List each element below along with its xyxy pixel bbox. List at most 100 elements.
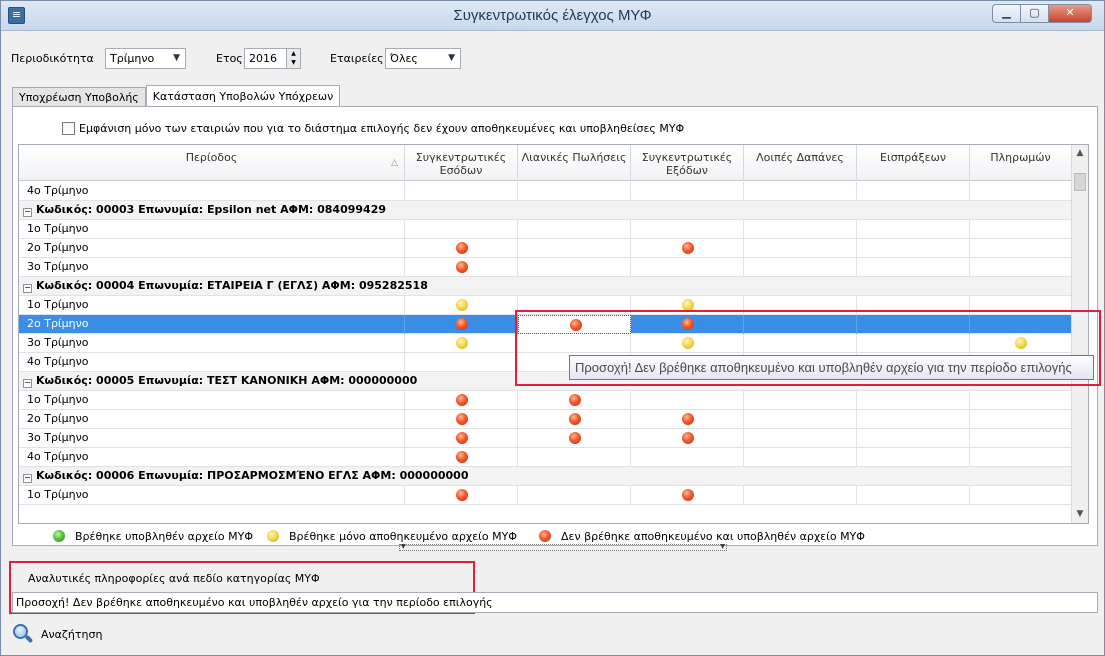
period-cell[interactable]: 1ο Τρίμηνο	[19, 296, 405, 315]
table-row[interactable]: 1ο Τρίμηνο	[19, 220, 1072, 239]
status-cell[interactable]	[405, 296, 518, 315]
status-cell[interactable]	[970, 258, 1072, 277]
status-cell[interactable]	[857, 410, 970, 429]
table-row[interactable]: 2ο Τρίμηνο	[19, 410, 1072, 429]
status-cell[interactable]	[857, 486, 970, 505]
column-header-0[interactable]: Περίοδος △	[19, 145, 405, 181]
status-cell[interactable]	[970, 448, 1072, 467]
column-header-4[interactable]: Λοιπές Δαπάνες	[744, 145, 857, 181]
status-cell[interactable]	[631, 448, 744, 467]
details-textbox[interactable]: Προσοχή! Δεν βρέθηκε αποθηκευμένο και υπ…	[12, 592, 1098, 613]
status-cell[interactable]	[518, 258, 631, 277]
status-cell[interactable]	[744, 429, 857, 448]
group-row[interactable]: − Κωδικός: 00006 Επωνυμία: ΠΡΟΣΑΡΜΟΣΜΈΝΟ …	[19, 467, 1072, 486]
status-cell[interactable]	[405, 448, 518, 467]
status-cell[interactable]	[857, 182, 970, 201]
table-row[interactable]: 4ο Τρίμηνο	[19, 182, 1072, 201]
status-cell[interactable]	[970, 429, 1072, 448]
period-cell[interactable]: 3ο Τρίμηνο	[19, 334, 405, 353]
column-header-5[interactable]: Εισπράξεων	[857, 145, 970, 181]
status-cell[interactable]	[857, 448, 970, 467]
status-cell[interactable]	[744, 258, 857, 277]
table-row[interactable]: 3ο Τρίμηνο	[19, 429, 1072, 448]
status-cell[interactable]	[970, 410, 1072, 429]
period-cell[interactable]: 2ο Τρίμηνο	[19, 410, 405, 429]
status-cell[interactable]	[405, 391, 518, 410]
status-cell[interactable]	[970, 220, 1072, 239]
collapse-icon[interactable]: −	[23, 474, 32, 483]
status-cell[interactable]	[518, 429, 631, 448]
period-cell[interactable]: 4ο Τρίμηνο	[19, 448, 405, 467]
year-spinner[interactable]: 2016 ▲ ▼	[244, 48, 301, 69]
period-cell[interactable]: 3ο Τρίμηνο	[19, 258, 405, 277]
status-cell[interactable]	[744, 391, 857, 410]
period-cell[interactable]: 3ο Τρίμηνο	[19, 429, 405, 448]
period-cell[interactable]: 4ο Τρίμηνο	[19, 182, 405, 201]
group-row[interactable]: − Κωδικός: 00003 Επωνυμία: Epsilon net ΑΦ…	[19, 201, 1072, 220]
status-cell[interactable]	[405, 182, 518, 201]
search-button[interactable]: Αναζήτηση	[12, 623, 102, 645]
period-cell[interactable]: 2ο Τρίμηνο	[19, 315, 405, 334]
status-cell[interactable]	[631, 220, 744, 239]
status-cell[interactable]	[631, 486, 744, 505]
column-header-6[interactable]: Πληρωμών	[970, 145, 1072, 181]
period-cell[interactable]: 4ο Τρίμηνο	[19, 353, 405, 372]
column-header-1[interactable]: Συγκεντρωτικές Εσόδων	[405, 145, 518, 181]
status-cell[interactable]	[744, 239, 857, 258]
status-cell[interactable]	[518, 486, 631, 505]
status-cell[interactable]	[631, 258, 744, 277]
status-cell[interactable]	[405, 239, 518, 258]
tab-submission-obligation[interactable]: Υποχρέωση Υποβολής	[12, 87, 146, 107]
status-cell[interactable]	[405, 353, 518, 372]
column-header-2[interactable]: Λιανικές Πωλήσεις	[518, 145, 631, 181]
status-cell[interactable]	[857, 391, 970, 410]
table-row[interactable]: 2ο Τρίμηνο	[19, 239, 1072, 258]
table-row[interactable]: 1ο Τρίμηνο	[19, 486, 1072, 505]
spinner-arrows-icon[interactable]: ▲ ▼	[286, 49, 300, 68]
column-header-3[interactable]: Συγκεντρωτικές Εξόδων	[631, 145, 744, 181]
status-cell[interactable]	[631, 429, 744, 448]
periodicity-select[interactable]: Τρίμηνο ▼	[105, 48, 186, 69]
scroll-thumb[interactable]	[1074, 173, 1086, 191]
status-cell[interactable]	[518, 220, 631, 239]
status-cell[interactable]	[405, 486, 518, 505]
table-row[interactable]: 3ο Τρίμηνο	[19, 258, 1072, 277]
period-cell[interactable]: 1ο Τρίμηνο	[19, 220, 405, 239]
filter-checkbox-row[interactable]: Εμφάνιση μόνο των εταιριών που για το δι…	[62, 122, 684, 135]
period-cell[interactable]: 1ο Τρίμηνο	[19, 486, 405, 505]
scroll-down-icon[interactable]: ▼	[1072, 506, 1088, 523]
status-cell[interactable]	[631, 182, 744, 201]
period-cell[interactable]: 1ο Τρίμηνο	[19, 391, 405, 410]
status-cell[interactable]	[744, 410, 857, 429]
status-cell[interactable]	[631, 391, 744, 410]
group-row[interactable]: − Κωδικός: 00004 Επωνυμία: ΕΤΑΙΡΕΙΑ Γ (ΕΓ…	[19, 277, 1072, 296]
status-cell[interactable]	[970, 391, 1072, 410]
status-cell[interactable]	[970, 486, 1072, 505]
close-icon[interactable]: ✕	[1048, 4, 1092, 23]
status-cell[interactable]	[857, 429, 970, 448]
status-cell[interactable]	[744, 220, 857, 239]
table-row[interactable]: 4ο Τρίμηνο	[19, 448, 1072, 467]
status-cell[interactable]	[518, 448, 631, 467]
companies-select[interactable]: Όλες ▼	[385, 48, 461, 69]
status-cell[interactable]	[744, 448, 857, 467]
maximize-icon[interactable]: ▢	[1020, 4, 1048, 23]
panel-splitter[interactable]: ▼ ▼	[399, 544, 727, 551]
status-cell[interactable]	[518, 391, 631, 410]
collapse-icon[interactable]: −	[23, 379, 32, 388]
status-cell[interactable]	[744, 182, 857, 201]
collapse-icon[interactable]: −	[23, 208, 32, 217]
status-cell[interactable]	[518, 410, 631, 429]
status-cell[interactable]	[857, 220, 970, 239]
status-cell[interactable]	[405, 220, 518, 239]
status-cell[interactable]	[970, 239, 1072, 258]
status-cell[interactable]	[405, 429, 518, 448]
status-cell[interactable]	[405, 410, 518, 429]
scroll-up-icon[interactable]: ▲	[1072, 145, 1088, 162]
status-cell[interactable]	[631, 410, 744, 429]
collapse-icon[interactable]: −	[23, 284, 32, 293]
only-missing-checkbox[interactable]	[62, 122, 75, 135]
minimize-icon[interactable]: ▁	[992, 4, 1020, 23]
status-cell[interactable]	[744, 486, 857, 505]
period-cell[interactable]: 2ο Τρίμηνο	[19, 239, 405, 258]
